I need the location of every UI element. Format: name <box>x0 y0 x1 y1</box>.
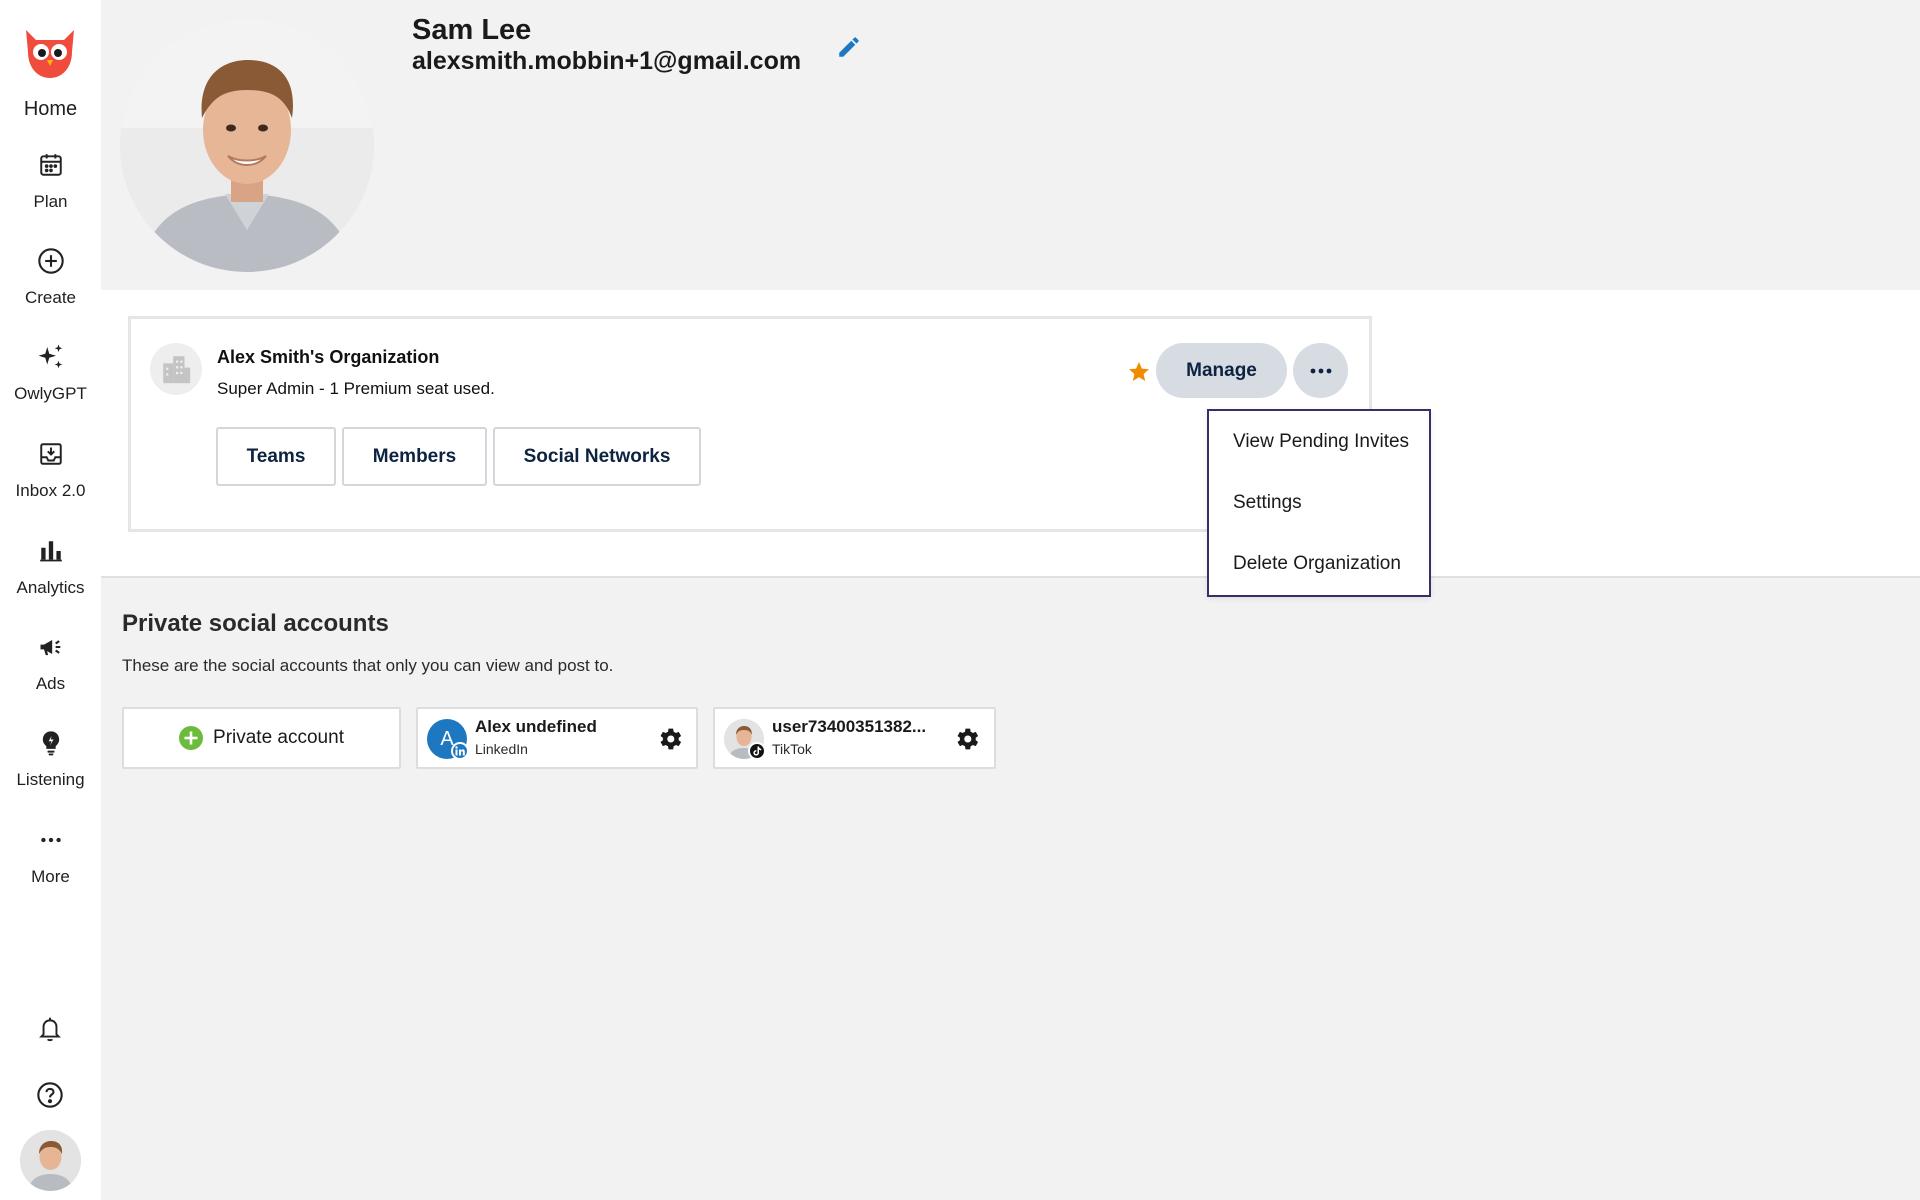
menu-item-delete-organization[interactable]: Delete Organization <box>1233 553 1401 575</box>
nav-label: Plan <box>33 192 68 211</box>
organization-subtitle: Super Admin - 1 Premium seat used. <box>217 379 495 398</box>
lightbulb-icon <box>36 728 66 758</box>
nav-item-more[interactable]: More <box>0 825 101 887</box>
account-name: Alex undefined <box>475 717 597 736</box>
account-card-tiktok[interactable]: user73400351382... TikTok <box>713 707 996 769</box>
add-account-label: Private account <box>213 727 344 748</box>
building-icon <box>150 343 202 395</box>
profile-name: Sam Lee <box>412 14 532 46</box>
more-options-button[interactable] <box>1293 343 1348 398</box>
hootsuite-owl-logo-icon[interactable] <box>20 22 80 82</box>
account-network: LinkedIn <box>475 741 528 757</box>
linkedin-icon <box>451 742 469 760</box>
organization-options-menu: View Pending Invites Settings Delete Org… <box>1207 409 1431 597</box>
calendar-icon <box>36 150 66 180</box>
bar-chart-icon <box>36 536 66 566</box>
tab-teams[interactable]: Teams <box>216 427 336 486</box>
plus-circle-icon <box>179 726 204 750</box>
nav-label: Analytics <box>16 578 85 597</box>
nav-label: More <box>31 867 70 886</box>
menu-item-view-pending-invites[interactable]: View Pending Invites <box>1233 431 1409 453</box>
account-card-linkedin[interactable]: A Alex undefined LinkedIn <box>416 707 698 769</box>
star-icon[interactable] <box>1127 360 1151 384</box>
tab-members[interactable]: Members <box>342 427 487 486</box>
user-avatar[interactable] <box>20 1130 81 1191</box>
nav-label: Listening <box>16 770 85 789</box>
gear-icon[interactable] <box>656 725 684 753</box>
tab-social-networks[interactable]: Social Networks <box>493 427 701 486</box>
menu-item-settings[interactable]: Settings <box>1233 492 1302 514</box>
tiktok-icon <box>748 742 766 760</box>
nav-home-label[interactable]: Home <box>0 98 101 121</box>
profile-photo <box>120 18 374 272</box>
nav-label: Inbox 2.0 <box>15 481 86 500</box>
edit-pencil-icon[interactable] <box>836 34 862 60</box>
nav-item-analytics[interactable]: Analytics <box>0 536 101 598</box>
nav-item-owlygpt[interactable]: OwlyGPT <box>0 342 101 404</box>
profile-email: alexsmith.mobbin+1@gmail.com <box>412 47 802 75</box>
organization-name: Alex Smith's Organization <box>217 347 440 367</box>
ellipsis-icon <box>1310 368 1331 373</box>
help-question-icon[interactable] <box>35 1080 65 1110</box>
nav-label: OwlyGPT <box>14 384 87 403</box>
nav-item-plan[interactable]: Plan <box>0 150 101 212</box>
nav-label: Create <box>24 288 77 307</box>
nav-item-create[interactable]: Create <box>0 246 101 308</box>
private-accounts-subtitle: These are the social accounts that only … <box>122 656 614 675</box>
plus-circle-icon <box>36 246 66 276</box>
manage-button[interactable]: Manage <box>1156 343 1287 398</box>
sidebar: Home Plan Create OwlyGPT Inbox 2.0 Analy… <box>0 0 101 1200</box>
megaphone-icon <box>36 632 66 662</box>
inbox-icon <box>36 439 66 469</box>
account-name: user73400351382... <box>772 717 927 736</box>
gear-icon[interactable] <box>953 725 981 753</box>
ellipsis-icon <box>36 825 66 855</box>
sparkle-icon <box>36 342 66 372</box>
nav-item-ads[interactable]: Ads <box>0 632 101 694</box>
nav-label: Ads <box>35 674 66 693</box>
add-private-account-button[interactable]: Private account <box>122 707 401 769</box>
account-network: TikTok <box>772 741 812 757</box>
notifications-bell-icon[interactable] <box>35 1014 65 1044</box>
nav-item-inbox[interactable]: Inbox 2.0 <box>0 439 101 501</box>
private-accounts-title: Private social accounts <box>122 610 389 637</box>
nav-item-listening[interactable]: Listening <box>0 728 101 790</box>
